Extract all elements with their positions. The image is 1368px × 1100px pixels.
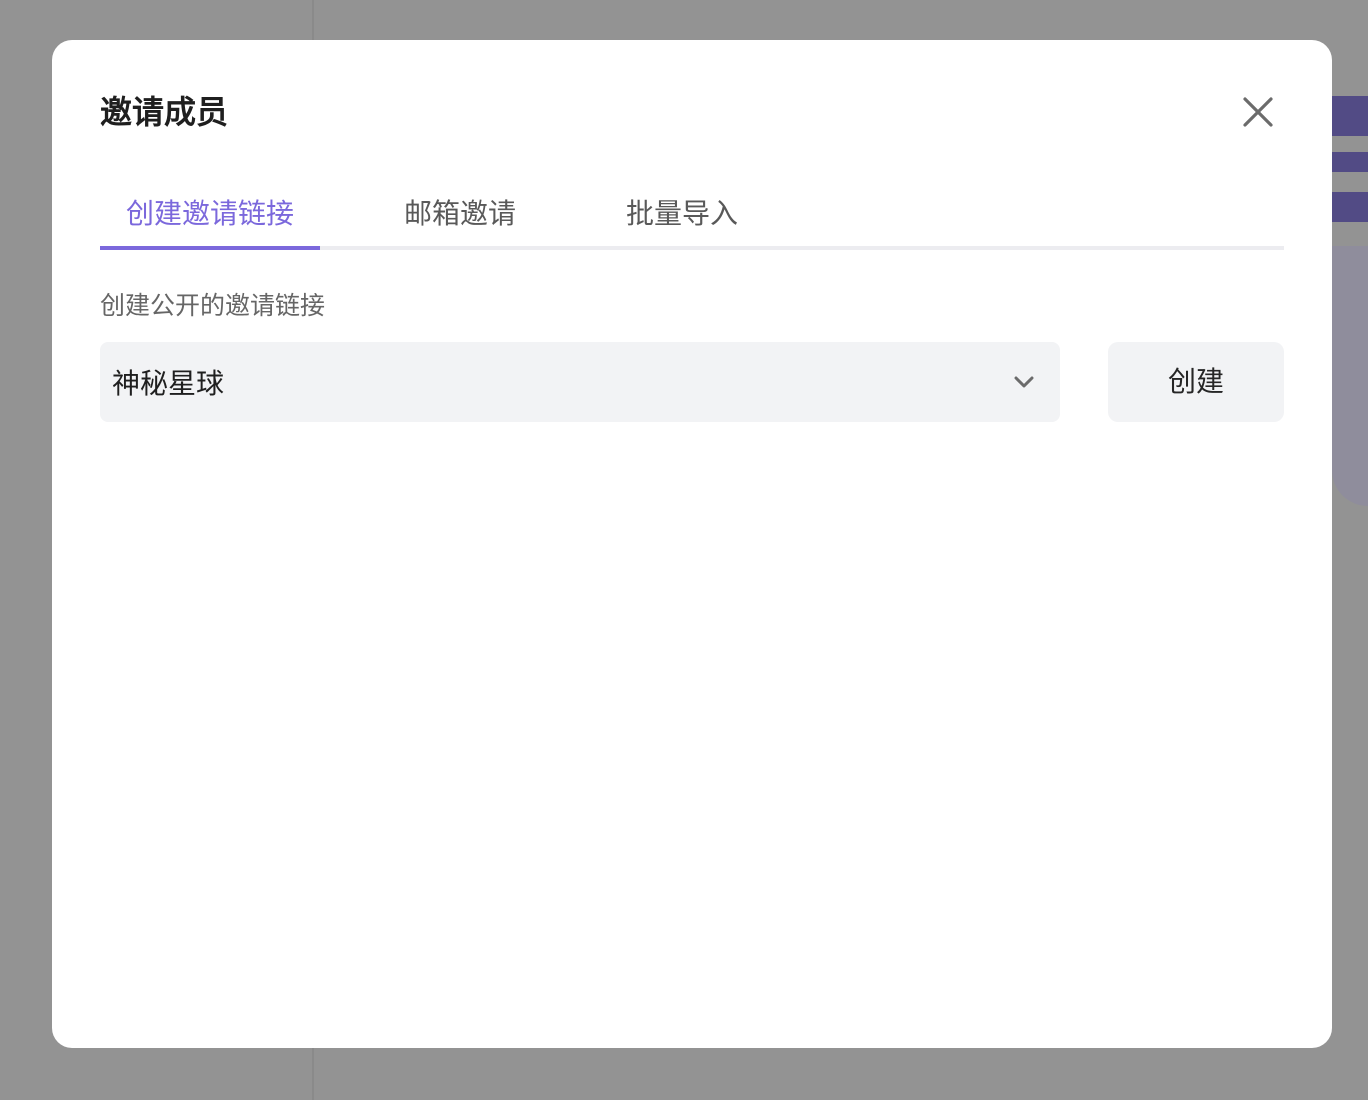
tab-label: 创建邀请链接	[125, 197, 294, 230]
tab-bulk-import[interactable]: 批量导入	[572, 188, 792, 246]
create-button[interactable]: 创建	[1108, 342, 1284, 422]
invite-tabs: 创建邀请链接 邮箱邀请 批量导入	[100, 188, 1284, 250]
tab-label: 批量导入	[625, 197, 738, 230]
active-tab-indicator	[100, 246, 320, 250]
invite-members-dialog: 邀请成员 创建邀请链接 邮箱邀请 批量导入 创建公开的邀请链接 神秘星球 创建	[52, 40, 1332, 1048]
background-illustration	[1332, 96, 1368, 516]
space-select[interactable]: 神秘星球	[100, 342, 1060, 422]
close-icon	[1243, 97, 1273, 127]
tab-create-invite-link[interactable]: 创建邀请链接	[100, 188, 320, 250]
close-button[interactable]	[1236, 90, 1280, 134]
select-value: 神秘星球	[112, 367, 225, 400]
tab-email-invite[interactable]: 邮箱邀请	[350, 188, 570, 246]
tab-label: 邮箱邀请	[403, 197, 516, 230]
section-label: 创建公开的邀请链接	[100, 291, 326, 320]
dialog-title: 邀请成员	[100, 93, 229, 131]
chevron-down-icon	[1012, 370, 1036, 394]
